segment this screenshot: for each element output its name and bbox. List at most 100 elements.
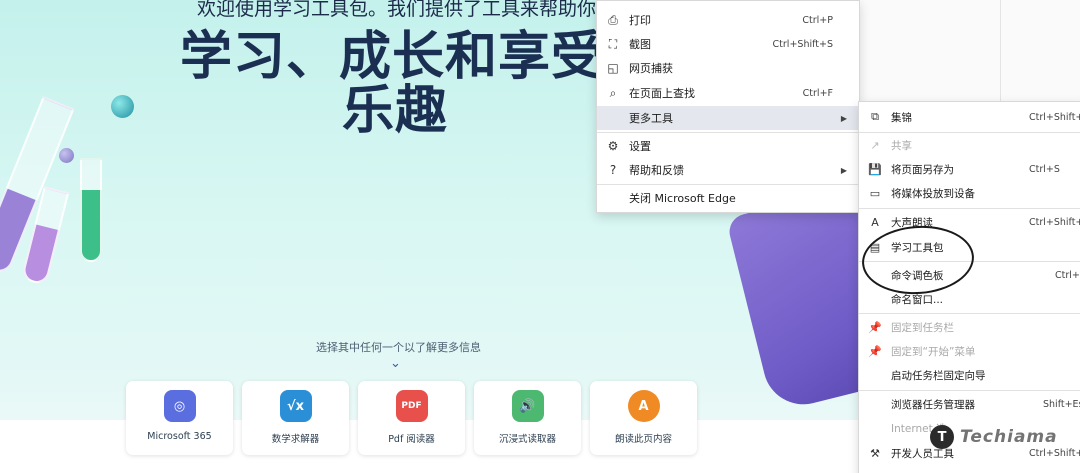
submenu-item-label: 学习工具包 <box>891 241 944 254</box>
watermark-text: Techiama <box>960 427 1058 447</box>
more-tools-submenu: ⧉ 集锦 Ctrl+Shift+Y ↗ 共享 💾 将页面另存为 Ctrl+S ▭… <box>858 101 1080 473</box>
collections-icon: ⧉ <box>871 110 879 123</box>
submenu-item-label: 固定到任务栏 <box>891 321 954 334</box>
hero-title: 学习、成长和享受 乐趣 <box>180 30 610 138</box>
submenu-item-pin-wizard[interactable]: 启动任务栏固定向导 <box>859 363 1080 387</box>
menu-item-label: 设置 <box>629 140 651 153</box>
browser-side-area <box>860 0 1080 101</box>
tool-card-label: 朗读此页内容 <box>614 434 672 445</box>
submenu-item-command-palette[interactable]: 命令调色板 Ctrl+Q <box>859 263 1080 287</box>
tool-card[interactable]: 🔊 沉浸式读取器 <box>474 381 581 455</box>
submenu-item-learning-toolkit[interactable]: ▤ 学习工具包 <box>859 235 1080 259</box>
menu-item-label: 关闭 Microsoft Edge <box>629 192 736 205</box>
techiama-logo-icon: T <box>930 425 954 449</box>
menu-divider <box>859 208 1080 209</box>
submenu-item-shortcut: Ctrl+Shift+Y <box>1029 111 1080 123</box>
menu-divider <box>859 390 1080 391</box>
tool-card[interactable]: A 朗读此页内容 <box>590 381 697 455</box>
menu-item-web-capture[interactable]: ◱ 网页捕获 <box>597 56 859 80</box>
math-solver-icon: √x <box>279 390 312 422</box>
print-icon: ⎙ <box>608 12 618 27</box>
menu-item-label: 在页面上查找 <box>629 87 695 100</box>
menu-item-label: 截图 <box>629 38 651 51</box>
menu-item-close-edge[interactable]: 关闭 Microsoft Edge <box>597 186 859 210</box>
submenu-item-collections[interactable]: ⧉ 集锦 Ctrl+Shift+Y <box>859 105 1080 129</box>
submenu-item-task-manager[interactable]: 浏览器任务管理器 Shift+Esc <box>859 392 1080 416</box>
menu-item-find[interactable]: ⌕ 在页面上查找 Ctrl+F <box>597 81 859 105</box>
menu-item-shortcut: Ctrl+Shift+S <box>772 38 833 50</box>
menu-item-label: 帮助和反馈 <box>629 164 684 177</box>
submenu-item-pin-start: 📌 固定到“开始”菜单 <box>859 339 1080 363</box>
menu-item-label: 网页捕获 <box>629 62 673 75</box>
submenu-item-shortcut: Ctrl+S <box>1029 163 1060 175</box>
menu-item-help[interactable]: ? 帮助和反馈 ▶ <box>597 158 859 182</box>
learning-toolkit-icon: ▤ <box>869 240 881 254</box>
test-tube-decoration <box>80 158 102 262</box>
submenu-item-cast[interactable]: ▭ 将媒体投放到设备 <box>859 181 1080 205</box>
settings-menu: ⎙ 打印 Ctrl+P ⛶ 截图 Ctrl+Shift+S ◱ 网页捕获 ⌕ 在… <box>596 0 860 213</box>
hero-title-line1: 学习、成长和享受 <box>180 27 605 87</box>
menu-divider <box>597 184 859 185</box>
submenu-item-label: 命令调色板 <box>891 269 944 282</box>
submenu-item-name-window[interactable]: 命名窗口... <box>859 287 1080 311</box>
submenu-item-read-aloud[interactable]: A 大声朗读 Ctrl+Shift+U <box>859 210 1080 234</box>
menu-item-more-tools[interactable]: 更多工具 ▶ <box>597 106 859 130</box>
submenu-item-shortcut: Ctrl+Shift+U <box>1029 216 1080 228</box>
menu-item-screenshot[interactable]: ⛶ 截图 Ctrl+Shift+S <box>597 32 859 56</box>
submenu-item-shortcut: Shift+Esc <box>1043 398 1080 410</box>
tool-card[interactable]: PDF Pdf 阅读器 <box>358 381 465 455</box>
read-aloud-icon: A <box>627 390 660 422</box>
tool-card-label: Pdf 阅读器 <box>388 434 435 445</box>
tool-card-label: 沉浸式读取器 <box>498 434 556 445</box>
settings-icon: ⚙ <box>607 139 619 153</box>
menu-divider <box>597 132 859 133</box>
chevron-right-icon: ▶ <box>840 165 847 175</box>
submenu-item-label: 启动任务栏固定向导 <box>891 369 986 382</box>
tool-card-label: 数学求解器 <box>271 434 320 445</box>
read-aloud-icon: A <box>871 215 879 229</box>
submenu-item-pin-taskbar: 📌 固定到任务栏 <box>859 315 1080 339</box>
immersive-reader-icon: 🔊 <box>511 390 544 422</box>
menu-item-shortcut: Ctrl+F <box>802 87 833 99</box>
share-icon: ↗ <box>870 138 880 152</box>
sphere-decoration <box>59 148 74 163</box>
web-capture-icon: ◱ <box>607 61 619 75</box>
submenu-item-save-page[interactable]: 💾 将页面另存为 Ctrl+S <box>859 157 1080 181</box>
chevron-down-icon[interactable]: ⌄ <box>390 356 401 371</box>
submenu-item-label: 将媒体投放到设备 <box>891 187 975 200</box>
cast-icon: ▭ <box>869 186 881 200</box>
hero-title-line2: 乐趣 <box>342 81 449 141</box>
sphere-decoration <box>111 95 134 118</box>
watermark: T Techiama <box>930 425 1058 449</box>
chevron-right-icon: ▶ <box>840 113 847 123</box>
save-page-icon: 💾 <box>868 162 882 176</box>
pdf-reader-icon: PDF <box>395 390 428 422</box>
submenu-item-label: 固定到“开始”菜单 <box>891 345 976 358</box>
menu-item-print[interactable]: ⎙ 打印 Ctrl+P <box>597 8 859 32</box>
submenu-item-label: 命名窗口... <box>891 293 944 306</box>
menu-item-label: 打印 <box>629 14 651 27</box>
help-icon: ? <box>609 163 617 177</box>
submenu-item-shortcut: Ctrl+Shift+I <box>1029 447 1080 459</box>
tool-card[interactable]: √x 数学求解器 <box>242 381 349 455</box>
tool-card[interactable]: ◎ Microsoft 365 <box>126 381 233 455</box>
menu-item-shortcut: Ctrl+P <box>802 14 833 26</box>
tool-cards: ◎ Microsoft 365 √x 数学求解器 PDF Pdf 阅读器 🔊 沉… <box>126 381 697 455</box>
menu-divider <box>859 261 1080 262</box>
submenu-item-shortcut: Ctrl+Q <box>1055 269 1080 281</box>
find-icon: ⌕ <box>609 85 617 100</box>
menu-item-settings[interactable]: ⚙ 设置 <box>597 134 859 158</box>
menu-item-label: 更多工具 <box>629 112 673 125</box>
tool-card-label: Microsoft 365 <box>147 431 212 442</box>
hero-intro: 欢迎使用学习工具包。我们提供了工具来帮助你 <box>197 0 597 20</box>
divider <box>1000 0 1001 101</box>
submenu-item-label: 共享 <box>891 139 912 152</box>
devtools-icon: ⚒ <box>870 446 880 460</box>
microsoft-365-icon: ◎ <box>163 390 196 422</box>
hint-text: 选择其中任何一个以了解更多信息 <box>316 341 481 354</box>
pin-icon: 📌 <box>868 320 882 334</box>
pin-start-icon: 📌 <box>868 344 882 358</box>
screenshot-icon: ⛶ <box>608 36 618 51</box>
menu-divider <box>859 313 1080 314</box>
submenu-item-share: ↗ 共享 <box>859 133 1080 157</box>
